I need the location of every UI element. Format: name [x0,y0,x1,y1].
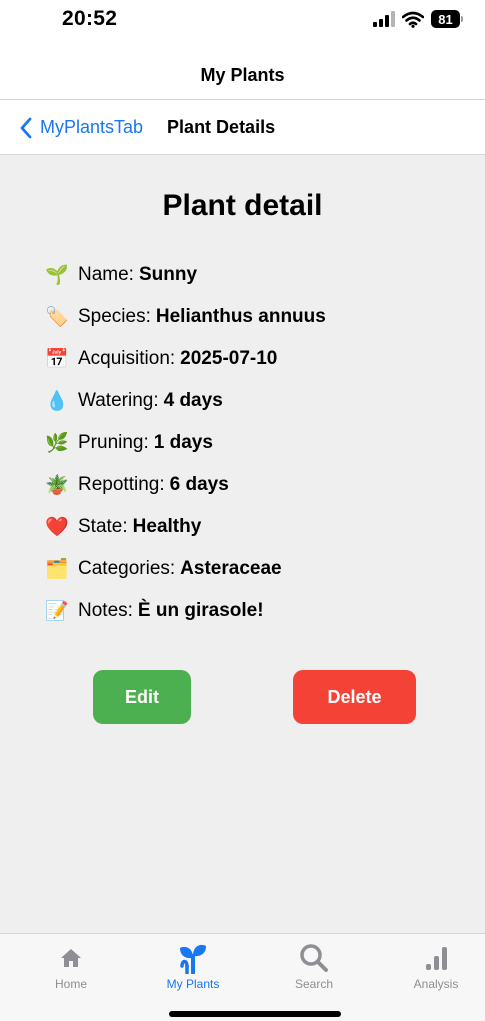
app-title-bar: My Plants [0,52,485,100]
tab-home[interactable]: Home [21,942,121,991]
status-bar: 20:52 81 [0,0,485,52]
back-button[interactable]: MyPlantsTab [20,117,143,139]
wifi-icon [402,11,424,28]
detail-row: 🏷️ Species: Helianthus annuus [44,296,326,338]
detail-row: 🗂️ Categories: Asteraceae [44,548,326,590]
tab-search[interactable]: Search [264,942,364,991]
detail-row: ❤️ State: Healthy [44,506,326,548]
detail-value: È un girasole! [137,600,264,621]
tab-my-plants[interactable]: My Plants [143,942,243,991]
detail-value: Helianthus annuus [155,306,326,327]
detail-row: 🪴 Repotting: 6 days [44,464,326,506]
detail-label: Species: [78,306,151,327]
plant-icon [176,942,210,974]
plant-detail-content: Plant detail 🌱 Name: Sunny 🏷️ Species: Helian… [0,155,485,933]
tab-bar: Home My Plants Search Analysis [0,933,485,1021]
detail-value: 4 days [163,390,223,411]
delete-button[interactable]: Delete [293,670,416,724]
tab-label-search: Search [294,977,334,991]
heart-icon: ❤️ [45,517,69,538]
detail-value: Asteraceae [180,558,282,579]
droplet-icon: 💧 [45,391,69,412]
app-title: My Plants [200,65,285,85]
detail-row: 📅 Acquisition: 2025-07-10 [44,338,326,380]
detail-value: 2025-07-10 [180,348,278,369]
seedling-icon: 🌱 [45,265,69,286]
detail-row: 🌿 Pruning: 1 days [44,422,326,464]
detail-value: 1 days [153,432,213,453]
detail-label: Repotting: [78,474,165,495]
home-icon [59,942,83,974]
detail-label: State: [78,516,128,537]
status-icons: 81 [373,9,463,29]
detail-value: Healthy [132,516,202,537]
chevron-left-icon [20,117,32,138]
detail-label: Categories: [78,558,176,579]
memo-icon: 📝 [45,601,69,622]
detail-value: 6 days [169,474,229,495]
potted-plant-icon: 🪴 [45,475,69,496]
chart-icon [424,942,448,974]
tab-analysis[interactable]: Analysis [386,942,485,991]
page-heading: Plant detail [162,189,323,222]
cellular-signal-icon [373,11,395,27]
battery-icon: 81 [431,10,463,28]
status-time: 20:52 [62,7,118,30]
detail-row: 🌱 Name: Sunny [44,254,326,296]
home-indicator [169,1011,341,1017]
detail-row: 📝 Notes: È un girasole! [44,590,326,632]
details-list: 🌱 Name: Sunny 🏷️ Species: Helianthus annuus 📅 A… [44,254,326,632]
tab-label-home: Home [54,977,87,991]
herb-icon: 🌿 [45,433,69,454]
edit-button[interactable]: Edit [93,670,191,724]
detail-label: Pruning: [78,432,149,453]
detail-label: Acquisition: [78,348,176,369]
calendar-icon: 📅 [45,349,69,370]
detail-row: 💧 Watering: 4 days [44,380,326,422]
tab-label-my-plants: My Plants [166,977,220,991]
detail-label: Name: [78,264,134,285]
detail-value: Sunny [138,264,198,285]
battery-level: 81 [431,10,460,28]
search-icon [299,942,329,974]
back-label: MyPlantsTab [40,117,144,137]
tag-icon: 🏷️ [45,307,69,328]
folder-icon: 🗂️ [45,559,69,580]
navigation-bar: MyPlantsTab Plant Details [0,101,485,155]
detail-label: Watering: [78,390,159,411]
detail-label: Notes: [78,600,133,621]
nav-title: Plant Details [167,117,276,137]
tab-label-analysis: Analysis [413,977,459,991]
